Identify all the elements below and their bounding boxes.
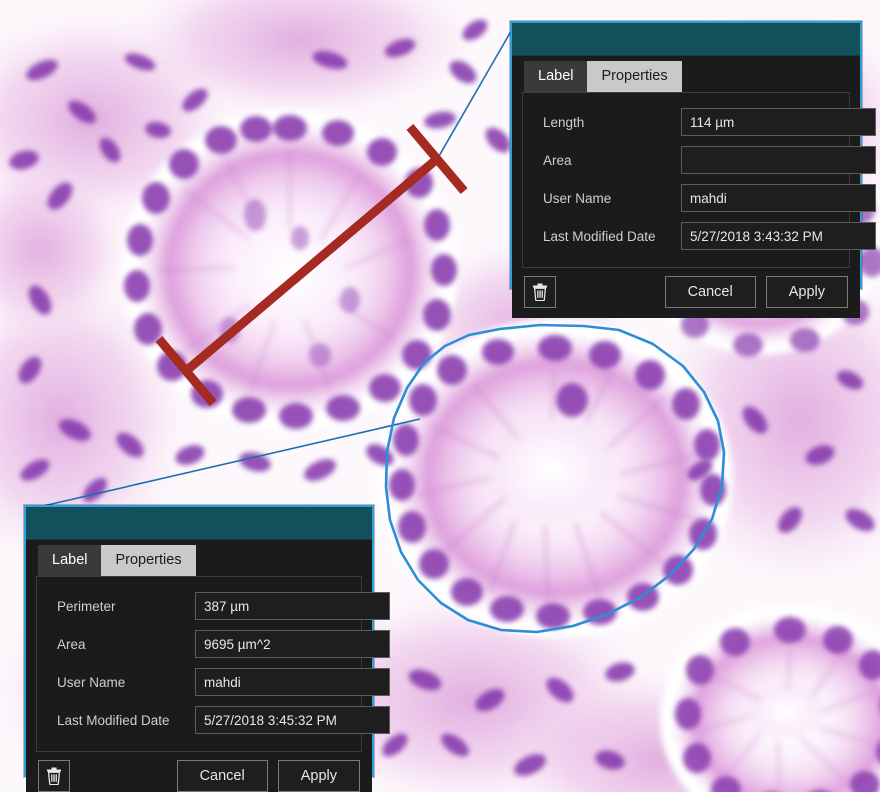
field-label-length: Length <box>543 115 681 130</box>
apply-button[interactable]: Apply <box>278 760 360 792</box>
panel-titlebar[interactable] <box>512 23 860 56</box>
gland-upper-left <box>122 110 458 430</box>
cancel-button[interactable]: Cancel <box>665 276 756 308</box>
panel-titlebar[interactable] <box>26 507 372 540</box>
gland-center-right <box>377 318 733 638</box>
field-row-area: Area <box>37 625 361 663</box>
length-properties-panel[interactable]: Label Properties Length Area User Name L… <box>510 21 862 289</box>
trash-icon <box>532 283 548 301</box>
delete-button[interactable] <box>524 276 556 308</box>
panel-body: Label Properties Perimeter Area User Nam… <box>26 540 372 792</box>
panel-field-group: Perimeter Area User Name Last Modified D… <box>36 576 362 752</box>
panel-tabstrip: Label Properties <box>26 540 372 576</box>
apply-button[interactable]: Apply <box>766 276 848 308</box>
cancel-button[interactable]: Cancel <box>177 760 268 792</box>
field-row-user-name: User Name <box>523 179 849 217</box>
field-label-user-name: User Name <box>543 191 681 206</box>
delete-button[interactable] <box>38 760 70 792</box>
field-row-last-modified-date: Last Modified Date <box>37 701 361 739</box>
tab-label[interactable]: Label <box>38 545 101 577</box>
tab-label[interactable]: Label <box>524 61 587 93</box>
panel-tabstrip: Label Properties <box>512 56 860 92</box>
field-input-area[interactable] <box>195 630 390 658</box>
field-label-area: Area <box>543 153 681 168</box>
trash-icon <box>46 767 62 785</box>
field-label-user-name: User Name <box>57 675 195 690</box>
field-row-user-name: User Name <box>37 663 361 701</box>
field-label-last-modified-date: Last Modified Date <box>57 713 195 728</box>
field-label-perimeter: Perimeter <box>57 599 195 614</box>
field-input-area[interactable] <box>681 146 876 174</box>
panel-field-group: Length Area User Name Last Modified Date <box>522 92 850 268</box>
field-label-last-modified-date: Last Modified Date <box>543 229 681 244</box>
field-label-area: Area <box>57 637 195 652</box>
field-input-last-modified-date[interactable] <box>681 222 876 250</box>
annotation-viewer-root: Label Properties Length Area User Name L… <box>0 0 880 792</box>
field-input-last-modified-date[interactable] <box>195 706 390 734</box>
field-row-area: Area <box>523 141 849 179</box>
field-row-perimeter: Perimeter <box>37 587 361 625</box>
region-properties-panel[interactable]: Label Properties Perimeter Area User Nam… <box>24 505 374 777</box>
field-input-user-name[interactable] <box>681 184 876 212</box>
field-input-length[interactable] <box>681 108 876 136</box>
field-input-perimeter[interactable] <box>195 592 390 620</box>
field-row-length: Length <box>523 103 849 141</box>
panel-body: Label Properties Length Area User Name L… <box>512 56 860 318</box>
tab-properties[interactable]: Properties <box>587 61 681 93</box>
panel-footer: Cancel Apply <box>512 268 860 318</box>
tab-properties[interactable]: Properties <box>101 545 195 577</box>
field-row-last-modified-date: Last Modified Date <box>523 217 849 255</box>
panel-footer: Cancel Apply <box>26 752 372 792</box>
field-input-user-name[interactable] <box>195 668 390 696</box>
